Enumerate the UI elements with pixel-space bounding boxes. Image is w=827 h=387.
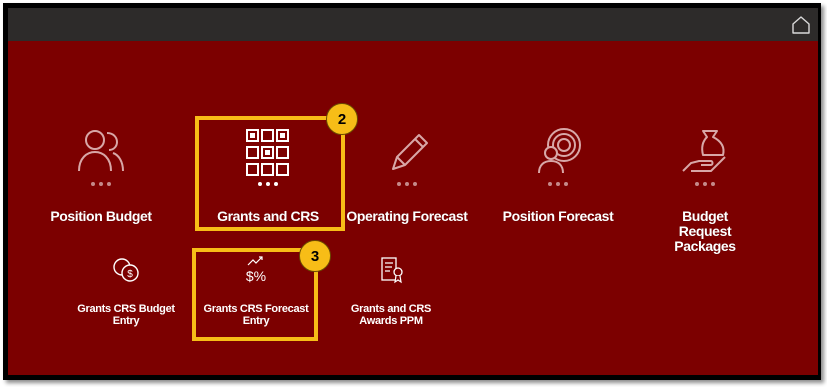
user-target-icon [538,128,581,174]
tile-budget-request-packages[interactable]: Budget Request Packages [640,125,770,254]
more-dots-icon [91,182,111,186]
more-dots-icon [548,182,568,186]
tile-position-budget[interactable]: Position Budget [46,125,156,235]
more-dots-icon [397,182,417,186]
tile-grants-crs-budget-entry[interactable]: $ Grants CRS Budget Entry [66,255,186,335]
certificate-icon [381,257,403,284]
hand-money-bag-icon [682,130,726,172]
tile-label: Grants and CRS Awards PPM [350,303,432,327]
callout-badge: 2 [326,103,358,135]
tile-label: Position Forecast [502,208,614,224]
coins-icon: $ [113,258,139,282]
tile-label: Grants CRS Budget Entry [77,303,175,327]
highlight-box-forecast-entry [192,248,318,341]
callout-badge: 3 [299,240,331,272]
tile-position-forecast[interactable]: Position Forecast [493,125,623,235]
tile-label: Operating Forecast [346,208,468,224]
tile-label: Position Budget [50,208,152,224]
tile-grants-and-crs-awards-ppm[interactable]: Grants and CRS Awards PPM [331,255,451,335]
home-icon[interactable] [790,14,812,36]
top-bar [8,8,818,41]
tile-operating-forecast[interactable]: Operating Forecast [342,125,472,235]
svg-text:$: $ [127,269,133,280]
pencil-icon [392,134,428,170]
tile-label: Budget Request Packages [674,208,736,254]
user-group-icon [78,130,124,172]
highlight-box-grants-and-crs [195,116,345,231]
more-dots-icon [695,182,715,186]
navigator-panel: Position Budget Grants and CRS Operating… [8,41,818,375]
